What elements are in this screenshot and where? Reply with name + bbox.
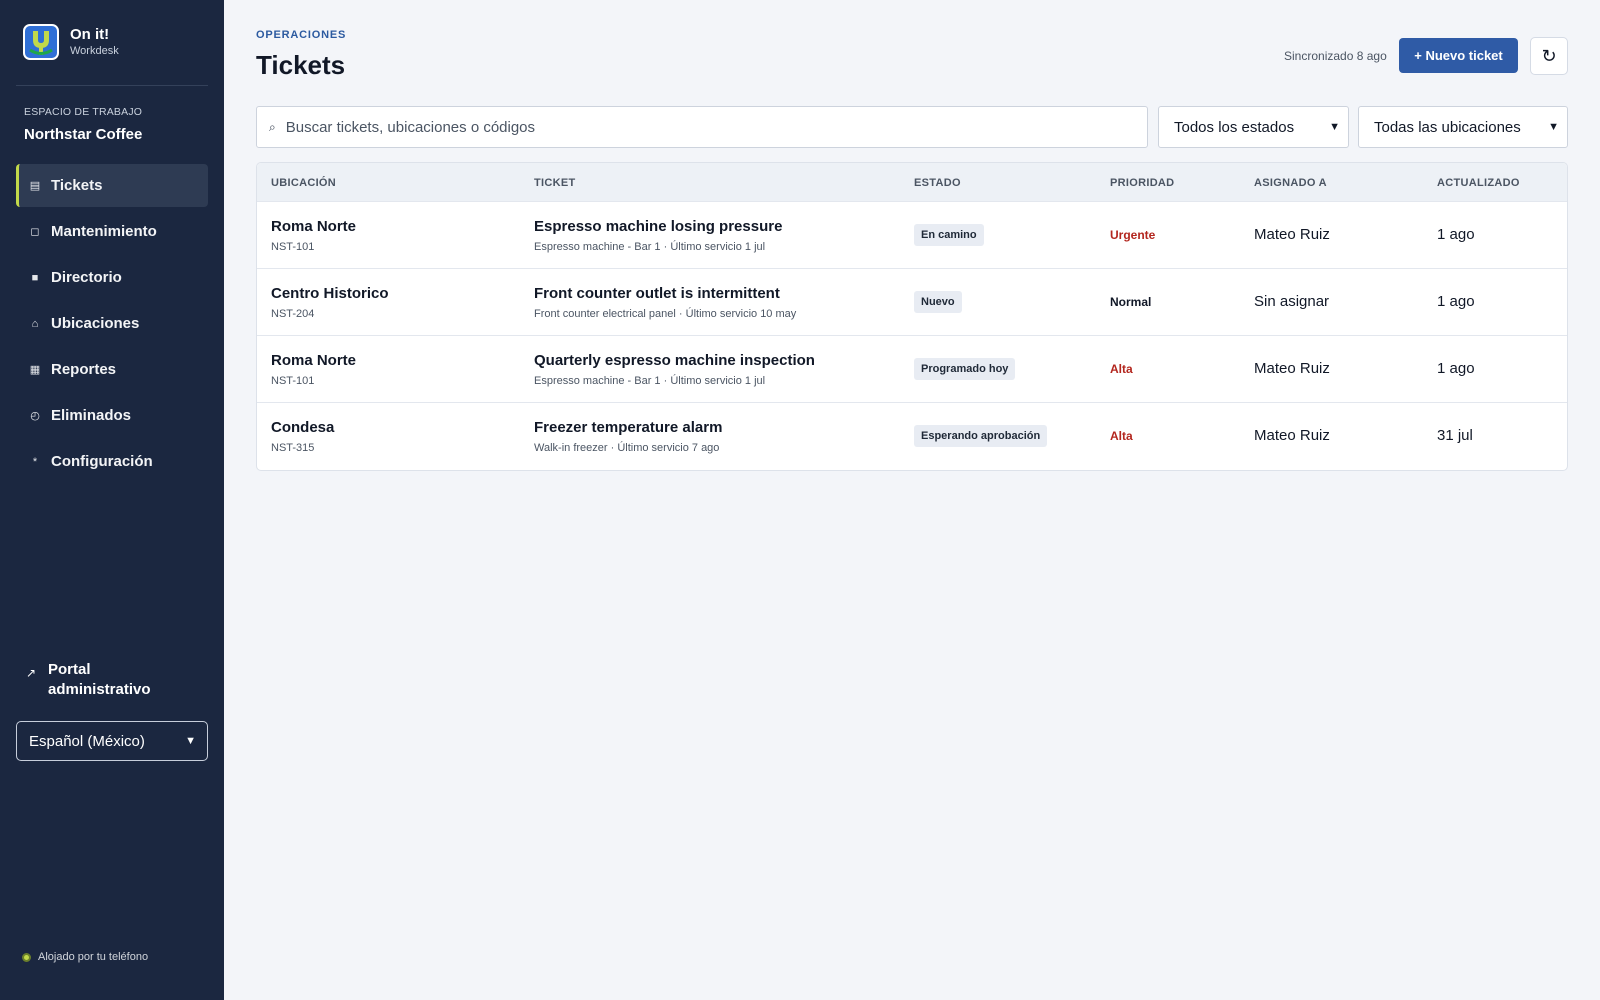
clock-icon: ◴ (30, 410, 40, 422)
ticket-subtitle: Front counter electrical panel · Último … (534, 308, 797, 320)
updated-date: 1 ago (1437, 226, 1475, 243)
sidebar-item-label: Ubicaciones (51, 315, 140, 332)
sidebar-item-tickets[interactable]: ▤ Tickets (16, 164, 208, 207)
priority-label: Urgente (1110, 228, 1156, 242)
ticket-title[interactable]: Freezer temperature alarm (534, 419, 722, 436)
table-row[interactable]: Roma Norte NST-101 Quarterly espresso ma… (257, 336, 1567, 403)
location-name: Roma Norte (271, 218, 357, 235)
sync-status: Sincronizado 8 ago (1284, 49, 1387, 63)
sidebar-item-reportes[interactable]: ▦ Reportes (16, 348, 208, 391)
column-header-location[interactable]: UBICACIÓN (271, 177, 336, 189)
admin-portal-link[interactable]: ↗ Portal administrativo (26, 660, 168, 700)
assignee-name: Mateo Ruiz (1254, 427, 1330, 444)
status-filter-value: Todos los estados (1174, 118, 1295, 136)
location-code: NST-315 (271, 442, 315, 454)
sidebar-item-ubicaciones[interactable]: ⌂ Ubicaciones (16, 302, 208, 345)
ticket-subtitle: Espresso machine - Bar 1 · Último servic… (534, 375, 766, 387)
updated-date: 31 jul (1437, 427, 1473, 444)
chevron-down-icon: ▼ (1548, 121, 1559, 133)
page-title: Tickets (256, 50, 346, 80)
status-badge: Programado hoy (914, 358, 1016, 380)
sidebar-divider (16, 85, 208, 86)
refresh-icon: ↻ (1541, 45, 1557, 66)
brand[interactable]: On it! Workdesk (23, 24, 119, 60)
location-filter-value: Todas las ubicaciones (1374, 118, 1521, 136)
app-logo-icon (23, 24, 59, 60)
workspace-label: ESPACIO DE TRABAJO (24, 106, 143, 118)
hosted-status: Alojado por tu teléfono (22, 951, 148, 963)
location-code: NST-101 (271, 241, 315, 253)
assignee-name: Mateo Ruiz (1254, 360, 1330, 377)
status-badge: Nuevo (914, 291, 962, 313)
app-name: On it! (70, 26, 110, 43)
section-eyebrow: OPERACIONES (256, 29, 347, 41)
column-header-updated[interactable]: ACTUALIZADO (1437, 177, 1520, 189)
hosted-label: Alojado por tu teléfono (38, 951, 149, 963)
location-name: Roma Norte (271, 352, 357, 369)
location-filter-select[interactable]: Todas las ubicaciones ▼ (1358, 106, 1568, 148)
status-badge: En camino (914, 224, 984, 246)
table-row[interactable]: Roma Norte NST-101 Espresso machine losi… (257, 202, 1567, 269)
ticket-list-icon: ▤ (29, 180, 41, 192)
ticket-title[interactable]: Front counter outlet is intermittent (534, 285, 780, 302)
sidebar-item-label: Directorio (51, 269, 122, 286)
location-code: NST-101 (271, 375, 315, 387)
external-link-icon: ↗ (26, 666, 37, 680)
chevron-down-icon: ▼ (185, 735, 196, 747)
maintenance-icon: ◻ (30, 226, 40, 238)
assignee-name: Mateo Ruiz (1254, 226, 1330, 243)
reports-icon: ▦ (29, 364, 41, 376)
settings-icon: * (32, 455, 38, 468)
sidebar-nav: ▤ Tickets ◻ Mantenimiento ■ Directorio ⌂… (16, 164, 208, 486)
column-header-ticket[interactable]: TICKET (534, 177, 576, 189)
app-subtitle: Workdesk (70, 45, 119, 57)
sidebar-item-configuracion[interactable]: * Configuración (16, 440, 208, 483)
tickets-table: UBICACIÓN TICKET ESTADO PRIORIDAD ASIGNA… (256, 162, 1568, 471)
sidebar-item-eliminados[interactable]: ◴ Eliminados (16, 394, 208, 437)
priority-label: Alta (1110, 362, 1133, 376)
sidebar-item-label: Eliminados (51, 407, 132, 424)
refresh-button[interactable]: ↻ (1530, 37, 1568, 75)
priority-label: Normal (1110, 295, 1152, 309)
language-select[interactable]: Español (México) ▼ (16, 721, 208, 761)
updated-date: 1 ago (1437, 360, 1475, 377)
table-header: UBICACIÓN TICKET ESTADO PRIORIDAD ASIGNA… (257, 163, 1567, 202)
updated-date: 1 ago (1437, 293, 1475, 310)
ticket-subtitle: Espresso machine - Bar 1 · Último servic… (534, 241, 766, 253)
person-icon: ■ (31, 271, 39, 284)
sidebar: On it! Workdesk ESPACIO DE TRABAJO North… (0, 0, 224, 1000)
table-row[interactable]: Centro Historico NST-204 Front counter o… (257, 269, 1567, 336)
sidebar-item-label: Mantenimiento (51, 223, 157, 240)
table-row[interactable]: Condesa NST-315 Freezer temperature alar… (257, 403, 1567, 470)
status-dot-icon (22, 952, 31, 962)
status-filter-select[interactable]: Todos los estados ▼ (1158, 106, 1349, 148)
location-name: Condesa (271, 419, 335, 436)
column-header-status[interactable]: ESTADO (914, 177, 961, 189)
language-value: Español (México) (29, 732, 145, 750)
priority-label: Alta (1110, 429, 1133, 443)
ticket-title[interactable]: Quarterly espresso machine inspection (534, 352, 815, 369)
status-badge: Esperando aprobación (914, 425, 1048, 447)
new-ticket-button[interactable]: + Nuevo ticket (1399, 38, 1518, 73)
sidebar-item-mantenimiento[interactable]: ◻ Mantenimiento (16, 210, 208, 253)
search-box[interactable]: ⌕ (256, 106, 1148, 148)
sidebar-item-label: Reportes (51, 361, 117, 378)
assignee-name: Sin asignar (1254, 293, 1330, 310)
column-header-assignee[interactable]: ASIGNADO A (1254, 177, 1327, 189)
admin-portal-label: Portal administrativo (48, 661, 151, 698)
sidebar-item-directorio[interactable]: ■ Directorio (16, 256, 208, 299)
sidebar-item-label: Tickets (51, 177, 103, 194)
column-header-priority[interactable]: PRIORIDAD (1110, 177, 1174, 189)
location-code: NST-204 (271, 308, 315, 320)
search-input[interactable] (285, 118, 1126, 136)
location-name: Centro Historico (271, 285, 389, 302)
workspace-name[interactable]: Northstar Coffee (24, 126, 142, 143)
sidebar-item-label: Configuración (51, 453, 153, 470)
ticket-subtitle: Walk-in freezer · Último servicio 7 ago (534, 442, 720, 454)
home-icon: ⌂ (31, 317, 39, 330)
ticket-title[interactable]: Espresso machine losing pressure (534, 218, 782, 235)
chevron-down-icon: ▼ (1329, 121, 1340, 133)
search-icon: ⌕ (269, 119, 276, 134)
